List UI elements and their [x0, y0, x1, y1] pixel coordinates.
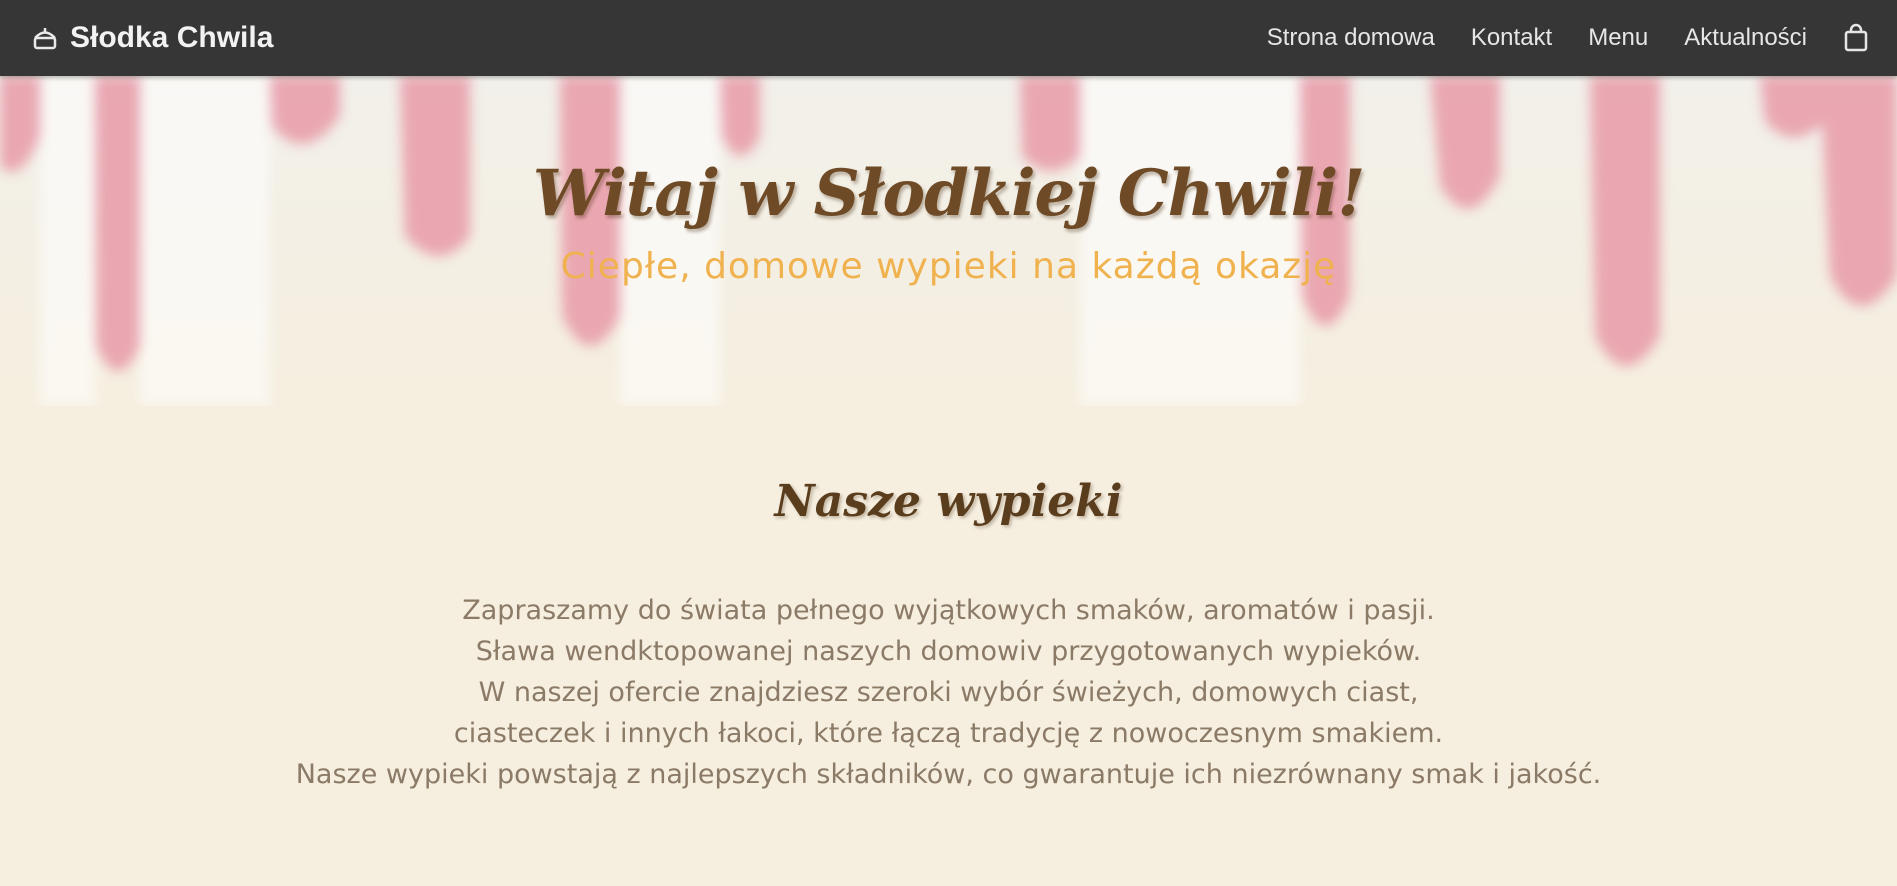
- description-line: Nasze wypieki powstają z najlepszych skł…: [295, 759, 1602, 790]
- hero-title: Witaj w Słodkiej Chwili!: [532, 156, 1366, 231]
- top-navbar: Słodka Chwila Strona domowa Kontakt Menu…: [0, 0, 1897, 76]
- main-content: Nasze wypieki Zapraszamy do świata pełne…: [0, 406, 1897, 886]
- nav-link-home[interactable]: Strona domowa: [1267, 24, 1435, 52]
- brand-link[interactable]: Słodka Chwila: [30, 21, 273, 55]
- description-line: ciasteczek i innych łakoci, które łączą …: [453, 718, 1444, 749]
- cake-icon: [30, 23, 60, 53]
- hero-banner: Witaj w Słodkiej Chwili! Ciepłe, domowe …: [0, 76, 1897, 406]
- description-line: Zapraszamy do świata pełnego wyjątkowych…: [462, 595, 1435, 626]
- nav-links: Strona domowa Kontakt Menu Aktualności: [1267, 23, 1869, 53]
- hero-subtitle: Ciepłe, domowe wypieki na każdą okazję: [560, 246, 1337, 287]
- nav-link-menu[interactable]: Menu: [1588, 24, 1648, 52]
- icing-drips-decoration: [0, 76, 1897, 406]
- description-line: W naszej ofercie znajdziesz szeroki wybó…: [478, 677, 1419, 708]
- brand-name: Słodka Chwila: [70, 21, 274, 54]
- nav-link-news[interactable]: Aktualności: [1684, 24, 1807, 52]
- section-title: Nasze wypieki: [774, 476, 1123, 527]
- shopping-bag-icon[interactable]: [1843, 23, 1869, 53]
- description-line: Sława wendktopowanej naszych domowiv prz…: [475, 636, 1422, 667]
- description-text: Zapraszamy do świata pełnego wyjątkowych…: [0, 590, 1897, 795]
- nav-link-contact[interactable]: Kontakt: [1471, 24, 1552, 52]
